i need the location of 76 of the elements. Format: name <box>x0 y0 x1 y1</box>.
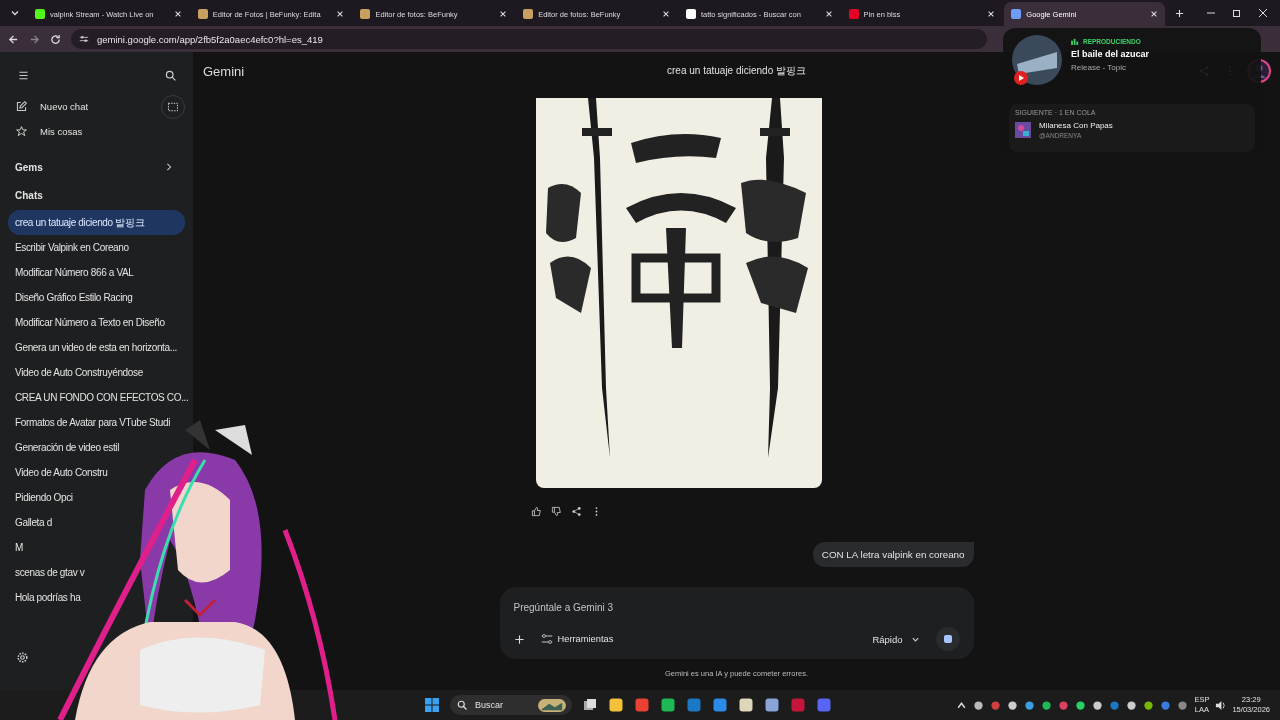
chat-item[interactable]: Video de Auto Constru <box>8 460 112 485</box>
tray-icon[interactable] <box>1126 699 1138 711</box>
thumbs-down-icon[interactable] <box>550 506 562 517</box>
chat-item[interactable]: Escribir Valpink en Coreano <box>8 235 133 260</box>
tray-icon[interactable] <box>973 699 985 711</box>
song-title: El baile del azucar <box>1071 49 1150 59</box>
close-icon[interactable] <box>661 10 670 18</box>
edit-icon <box>15 100 28 113</box>
tray-icon[interactable] <box>1041 699 1053 711</box>
tray-icon[interactable] <box>1007 699 1019 711</box>
settings-icon[interactable] <box>16 651 29 664</box>
forward-icon[interactable] <box>29 33 40 45</box>
tray-icon[interactable] <box>1177 699 1189 711</box>
album-art-icon <box>1011 34 1063 86</box>
chat-item[interactable]: Modificar Número a Texto en Diseño <box>8 310 169 335</box>
task-view-icon[interactable] <box>582 697 598 713</box>
back-icon[interactable] <box>8 33 19 45</box>
equalizer-icon <box>1071 38 1080 45</box>
restore-icon[interactable] <box>1232 8 1243 18</box>
gems-link[interactable]: Gems <box>8 158 185 176</box>
close-icon[interactable] <box>824 10 833 18</box>
tools-button[interactable]: Herramientas <box>540 633 614 645</box>
close-icon[interactable] <box>1258 8 1269 18</box>
search-icon <box>456 699 468 711</box>
menu-icon[interactable] <box>17 69 30 82</box>
section-heading: Chats <box>14 190 44 203</box>
speaker-icon[interactable] <box>1215 699 1227 711</box>
share-icon[interactable] <box>570 506 582 517</box>
stop-button[interactable] <box>935 627 960 651</box>
chat-item[interactable]: CREA UN FONDO CON EFECTOS CO... <box>8 385 193 410</box>
new-tab-icon[interactable] <box>1175 8 1185 18</box>
song-title: Milanesa Con Papas <box>1039 121 1113 130</box>
chevron-down-icon[interactable] <box>10 8 20 18</box>
dashed-square-icon <box>167 100 179 113</box>
chat-item[interactable]: Video de Auto Construyéndose <box>8 360 147 385</box>
close-icon[interactable] <box>336 10 345 18</box>
tray-icon[interactable] <box>1075 699 1087 711</box>
sliders-icon <box>540 633 553 645</box>
start-icon[interactable] <box>424 697 440 713</box>
sidebar-item[interactable]: Nuevo chat <box>8 94 185 119</box>
prompt-box[interactable]: Pregúntale a Gemini 3 Herramientas Rápido <box>499 587 974 659</box>
chat-item[interactable]: M <box>8 535 27 560</box>
chevron-right-icon <box>165 163 173 171</box>
tray-icon[interactable] <box>1092 699 1104 711</box>
tray-icon[interactable] <box>1024 699 1036 711</box>
chat-item[interactable]: Diseño Gráfico Estilo Racing <box>8 285 137 310</box>
chat-item[interactable]: Generación de video estil <box>8 435 124 460</box>
chat-title: crea un tatuaje diciendo 발핑크 <box>667 64 806 78</box>
chat-item[interactable]: crea un tatuaje diciendo 발핑크 <box>8 210 185 235</box>
chat-item[interactable]: Pidiendo Opci <box>8 485 77 510</box>
search-icon[interactable] <box>164 69 177 82</box>
caret-icon[interactable] <box>956 699 968 711</box>
mode-dropdown[interactable]: Rápido <box>872 633 920 645</box>
chat-item[interactable]: Genera un video de esta en horizonta... <box>8 335 182 360</box>
tray-icon[interactable] <box>1143 699 1155 711</box>
close-icon[interactable] <box>499 10 508 18</box>
thumbs-up-icon[interactable] <box>530 506 542 517</box>
add-icon[interactable] <box>513 633 525 645</box>
chat-item[interactable]: Formatos de Avatar para VTube Studi <box>8 410 175 435</box>
taskbar-search[interactable]: Buscar <box>450 695 572 715</box>
song-artist: Release - Topic <box>1071 63 1127 72</box>
chat-item[interactable]: Modificar Número 866 a VAL <box>8 260 138 285</box>
address-bar[interactable]: gemini.google.com/app/2fb5f2a0aec4efc0?hl=es_419 <box>71 29 987 49</box>
star-icon <box>15 125 28 138</box>
album-art-icon <box>1015 122 1031 138</box>
user-message: CON LA letra valpink en coreano <box>812 542 974 567</box>
chat-item[interactable]: Hola podrías ha <box>8 585 85 610</box>
chat-item[interactable]: Galleta d <box>8 510 56 535</box>
landscape-icon <box>538 698 566 712</box>
close-icon[interactable] <box>173 10 182 18</box>
app-title: Gemini <box>203 63 245 79</box>
reload-icon[interactable] <box>50 33 61 45</box>
sidebar-item[interactable]: Mis cosas <box>8 119 185 144</box>
close-icon[interactable] <box>987 10 996 18</box>
close-icon[interactable] <box>1150 10 1159 18</box>
chat-item[interactable]: scenas de gtav v <box>8 560 89 585</box>
